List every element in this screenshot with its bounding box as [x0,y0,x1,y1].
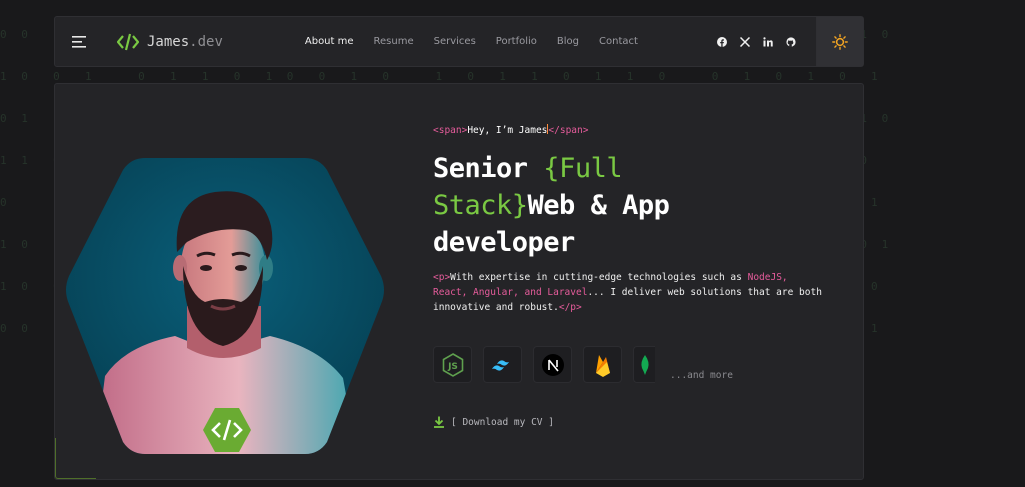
tech-stack: JS ...and more [433,346,733,383]
nav-link-blog[interactable]: Blog [557,36,579,47]
sun-icon [832,33,848,50]
and-more-label: ...and more [670,370,733,381]
nav-link-contact[interactable]: Contact [599,36,638,47]
nav-links: About me Resume Services Portfolio Blog … [305,36,638,47]
matrix-row: 1 0 0 1 0 1 1 0 1 0 0 1 0 1 0 1 1 0 1 1 … [0,70,882,83]
hero-description: <p>With expertise in cutting-edge techno… [433,270,823,315]
tailwind-icon[interactable] [483,346,522,383]
span-open-tag: <span> [433,125,468,136]
top-navbar: James.dev About me Resume Services Portf… [54,16,864,67]
firebase-icon[interactable] [583,346,622,383]
svg-text:JS: JS [447,362,458,372]
logo-name: James [147,33,190,50]
download-cv-button[interactable]: [ Download my CV ] [433,416,554,428]
x-icon[interactable] [740,36,750,47]
download-icon [434,416,444,428]
social-links [717,36,796,47]
theme-toggle-button[interactable] [816,17,863,66]
p-close-tag: </p> [558,302,582,313]
nav-link-about[interactable]: About me [305,36,354,47]
nav-link-resume[interactable]: Resume [374,36,414,47]
p-open-tag: <p> [433,272,451,283]
code-logo-icon [117,33,139,50]
logo-text: James.dev [147,34,223,50]
download-cv-label: [ Download my CV ] [451,416,554,428]
facebook-icon[interactable] [717,36,727,47]
mongodb-icon[interactable] [633,346,655,383]
headline-brace-close: } [511,190,528,221]
intro-line: <span>Hey, I’m James</span> [433,124,588,136]
hamburger-icon [72,35,86,48]
nav-link-services[interactable]: Services [434,36,476,47]
code-icon [203,408,251,452]
logo-suffix: .dev [189,33,223,50]
headline-brace-open: { [543,153,560,184]
hero-card: <span>Hey, I’m James</span> Senior {Full… [54,83,864,480]
linkedin-icon[interactable] [763,36,773,47]
span-close-tag: </span> [548,125,589,136]
hamburger-menu-button[interactable] [55,17,103,66]
nodejs-icon[interactable]: JS [433,346,472,383]
desc-intro: With expertise in cutting-edge technolog… [450,272,748,283]
nav-link-portfolio[interactable]: Portfolio [496,36,537,47]
intro-text: Hey, I’m James [467,125,548,136]
hero-headline: Senior {Full Stack}Web & App developer [433,150,753,261]
site-logo[interactable]: James.dev [117,33,223,51]
headline-senior: Senior [433,153,544,184]
github-icon[interactable] [786,36,796,47]
nextjs-icon[interactable] [533,346,572,383]
